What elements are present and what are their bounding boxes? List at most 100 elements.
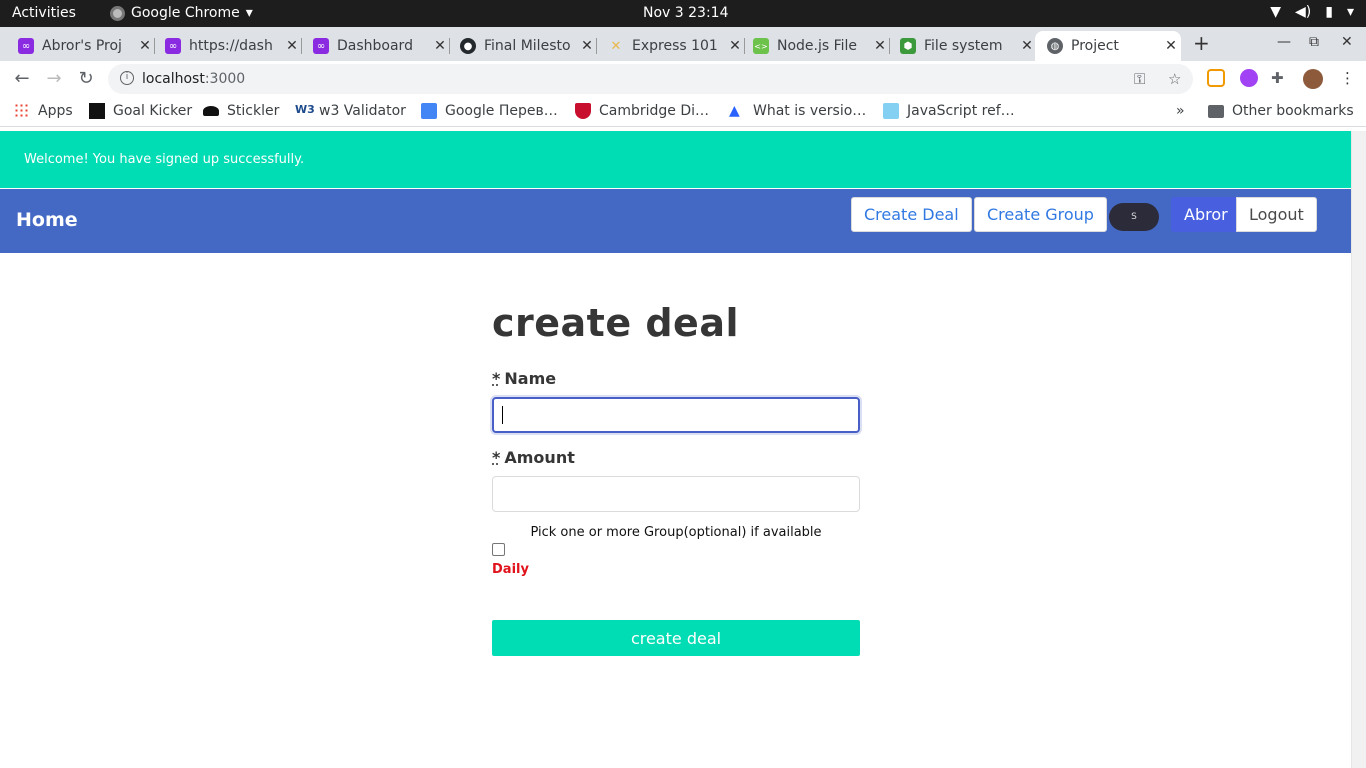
navbar: Home Create Deal Create Group S Abror Lo… (0, 189, 1351, 253)
maximize-icon[interactable]: ⧉ (1309, 34, 1319, 50)
user-button[interactable]: Abror (1171, 197, 1241, 232)
tab-favicon-icon: ∞ (165, 38, 181, 54)
bookmark-what-is-version[interactable]: ▲ What is versio… (729, 103, 866, 119)
group-hint: Pick one or more Group(optional) if avai… (530, 525, 822, 540)
goal-kicker-icon (89, 103, 105, 119)
tab[interactable]: ● Final Milesto ✕ (442, 31, 597, 61)
app-name: Google Chrome (131, 5, 240, 21)
close-icon[interactable]: ✕ (1017, 38, 1037, 54)
puzzle-icon[interactable]: ✚ (1271, 69, 1284, 87)
battery-icon: ▮ (1325, 4, 1333, 20)
tab[interactable]: ∞ Dashboard ✕ (295, 31, 450, 61)
tab[interactable]: ✕ Express 101 ✕ (590, 31, 745, 61)
tab-title: Final Milesto (484, 38, 571, 54)
volume-icon: ◀) (1295, 4, 1312, 20)
name-field-wrapper (492, 397, 860, 433)
back-arrow-icon[interactable]: ← (10, 67, 34, 91)
w3-icon: W3 (295, 103, 315, 116)
new-tab-button[interactable]: + (1193, 31, 1210, 55)
create-deal-form: create deal * Name * Amount Pick one or mo… (492, 301, 860, 656)
daily-checkbox[interactable] (492, 543, 505, 556)
bookmark-google-translate[interactable]: Google Перев… (421, 103, 558, 119)
apps-grid-icon (14, 103, 30, 119)
key-icon[interactable]: ⚿ (1134, 70, 1145, 88)
extension-badge-icon[interactable] (1240, 69, 1258, 87)
reload-icon[interactable]: ↻ (74, 67, 98, 91)
close-icon[interactable]: ✕ (1161, 38, 1181, 54)
mdn-icon (883, 103, 899, 119)
system-tray[interactable]: ▼ ◀) ▮ ▾ (1270, 4, 1354, 20)
kebab-menu-icon[interactable]: ⋮ (1340, 69, 1355, 87)
amount-input[interactable] (492, 476, 860, 512)
tab-favicon-icon: ∞ (18, 38, 34, 54)
bookmark-javascript-ref[interactable]: JavaScript ref… (883, 103, 1015, 119)
star-icon[interactable]: ☆ (1168, 70, 1181, 88)
name-label: * Name (492, 369, 557, 388)
system-top-bar: Activities Google Chrome ▾ Nov 3 23:14 ▼… (0, 0, 1366, 27)
folder-icon (1208, 104, 1224, 118)
nodejs-hex-icon: ⬢ (900, 38, 916, 54)
bookmark-stickler[interactable]: Stickler (203, 103, 279, 119)
tab-title: Node.js File (777, 38, 858, 54)
tab-active[interactable]: ◍ Project ✕ (1035, 31, 1181, 61)
chrome-icon (110, 5, 125, 21)
translate-icon (421, 103, 437, 119)
minimize-icon[interactable]: — (1277, 34, 1291, 50)
page-title: create deal (492, 301, 739, 345)
amount-label: * Amount (492, 448, 575, 467)
flash-notice: Welcome! You have signed up successfully… (0, 131, 1351, 188)
cambridge-shield-icon (575, 103, 591, 119)
other-bookmarks[interactable]: Other bookmarks (1208, 103, 1354, 119)
tab-title: Express 101 (632, 38, 718, 54)
tab-title: Project (1071, 38, 1119, 54)
avatar[interactable] (1303, 69, 1323, 89)
clock[interactable]: Nov 3 23:14 (643, 5, 728, 21)
theme-toggle[interactable]: S (1109, 203, 1159, 231)
chevron-down-icon: ▾ (245, 5, 253, 21)
required-marker: * (492, 369, 501, 388)
bookmark-apps[interactable]: Apps (14, 103, 73, 119)
tab-favicon-icon: ∞ (313, 38, 329, 54)
extension-r-icon[interactable] (1207, 69, 1225, 87)
bookmark-cambridge[interactable]: Cambridge Di… (575, 103, 709, 119)
app-menu[interactable]: Google Chrome ▾ (110, 5, 253, 21)
daily-label[interactable]: Daily (492, 562, 860, 577)
tab[interactable]: ∞ https://dash ✕ (147, 31, 302, 61)
tab-title: https://dash (189, 38, 273, 54)
create-deal-submit-button[interactable]: create deal (492, 620, 860, 656)
page-content: Welcome! You have signed up successfully… (0, 131, 1351, 768)
address-bar[interactable]: i localhost:3000 ⚿ ☆ (108, 64, 1193, 94)
github-icon: ● (460, 38, 476, 54)
tab-favicon-icon: ✕ (610, 38, 622, 54)
tab[interactable]: ⬢ File system ✕ (882, 31, 1037, 61)
tab[interactable]: <> Node.js File ✕ (735, 31, 890, 61)
bookmark-goal-kicker[interactable]: Goal Kicker (89, 103, 192, 119)
wifi-icon: ▼ (1270, 4, 1282, 20)
logout-button[interactable]: Logout (1236, 197, 1317, 232)
tab-title: File system (924, 38, 1003, 54)
create-group-button[interactable]: Create Group (974, 197, 1107, 232)
tab-strip: ∞ Abror's Proj ✕ ∞ https://dash ✕ ∞ Dash… (0, 27, 1366, 61)
name-input[interactable] (492, 397, 860, 433)
globe-icon: ◍ (1047, 38, 1063, 54)
tab[interactable]: ∞ Abror's Proj ✕ (0, 31, 155, 61)
tab-title: Abror's Proj (42, 38, 122, 54)
forward-arrow-icon[interactable]: → (42, 67, 66, 91)
text-caret (502, 406, 503, 424)
hat-icon (203, 106, 219, 116)
browser-toolbar: ← → ↻ i localhost:3000 ⚿ ☆ ✚ ⋮ (0, 61, 1366, 97)
home-link[interactable]: Home (16, 209, 78, 231)
chevron-down-icon: ▾ (1346, 4, 1354, 20)
required-marker: * (492, 448, 501, 467)
bookmark-w3-validator[interactable]: W3 w3 Validator (295, 103, 406, 119)
page-scrollbar[interactable] (1351, 131, 1366, 768)
activities-button[interactable]: Activities (12, 5, 76, 21)
nodejs-icon: <> (753, 38, 769, 54)
close-window-icon[interactable]: ✕ (1341, 34, 1353, 50)
url-text: localhost:3000 (142, 71, 246, 87)
flash-message: Welcome! You have signed up successfully… (24, 152, 305, 167)
create-deal-button[interactable]: Create Deal (851, 197, 972, 232)
bookmarks-overflow-button[interactable]: » (1176, 103, 1185, 119)
info-icon[interactable]: i (120, 71, 134, 85)
tab-title: Dashboard (337, 38, 413, 54)
